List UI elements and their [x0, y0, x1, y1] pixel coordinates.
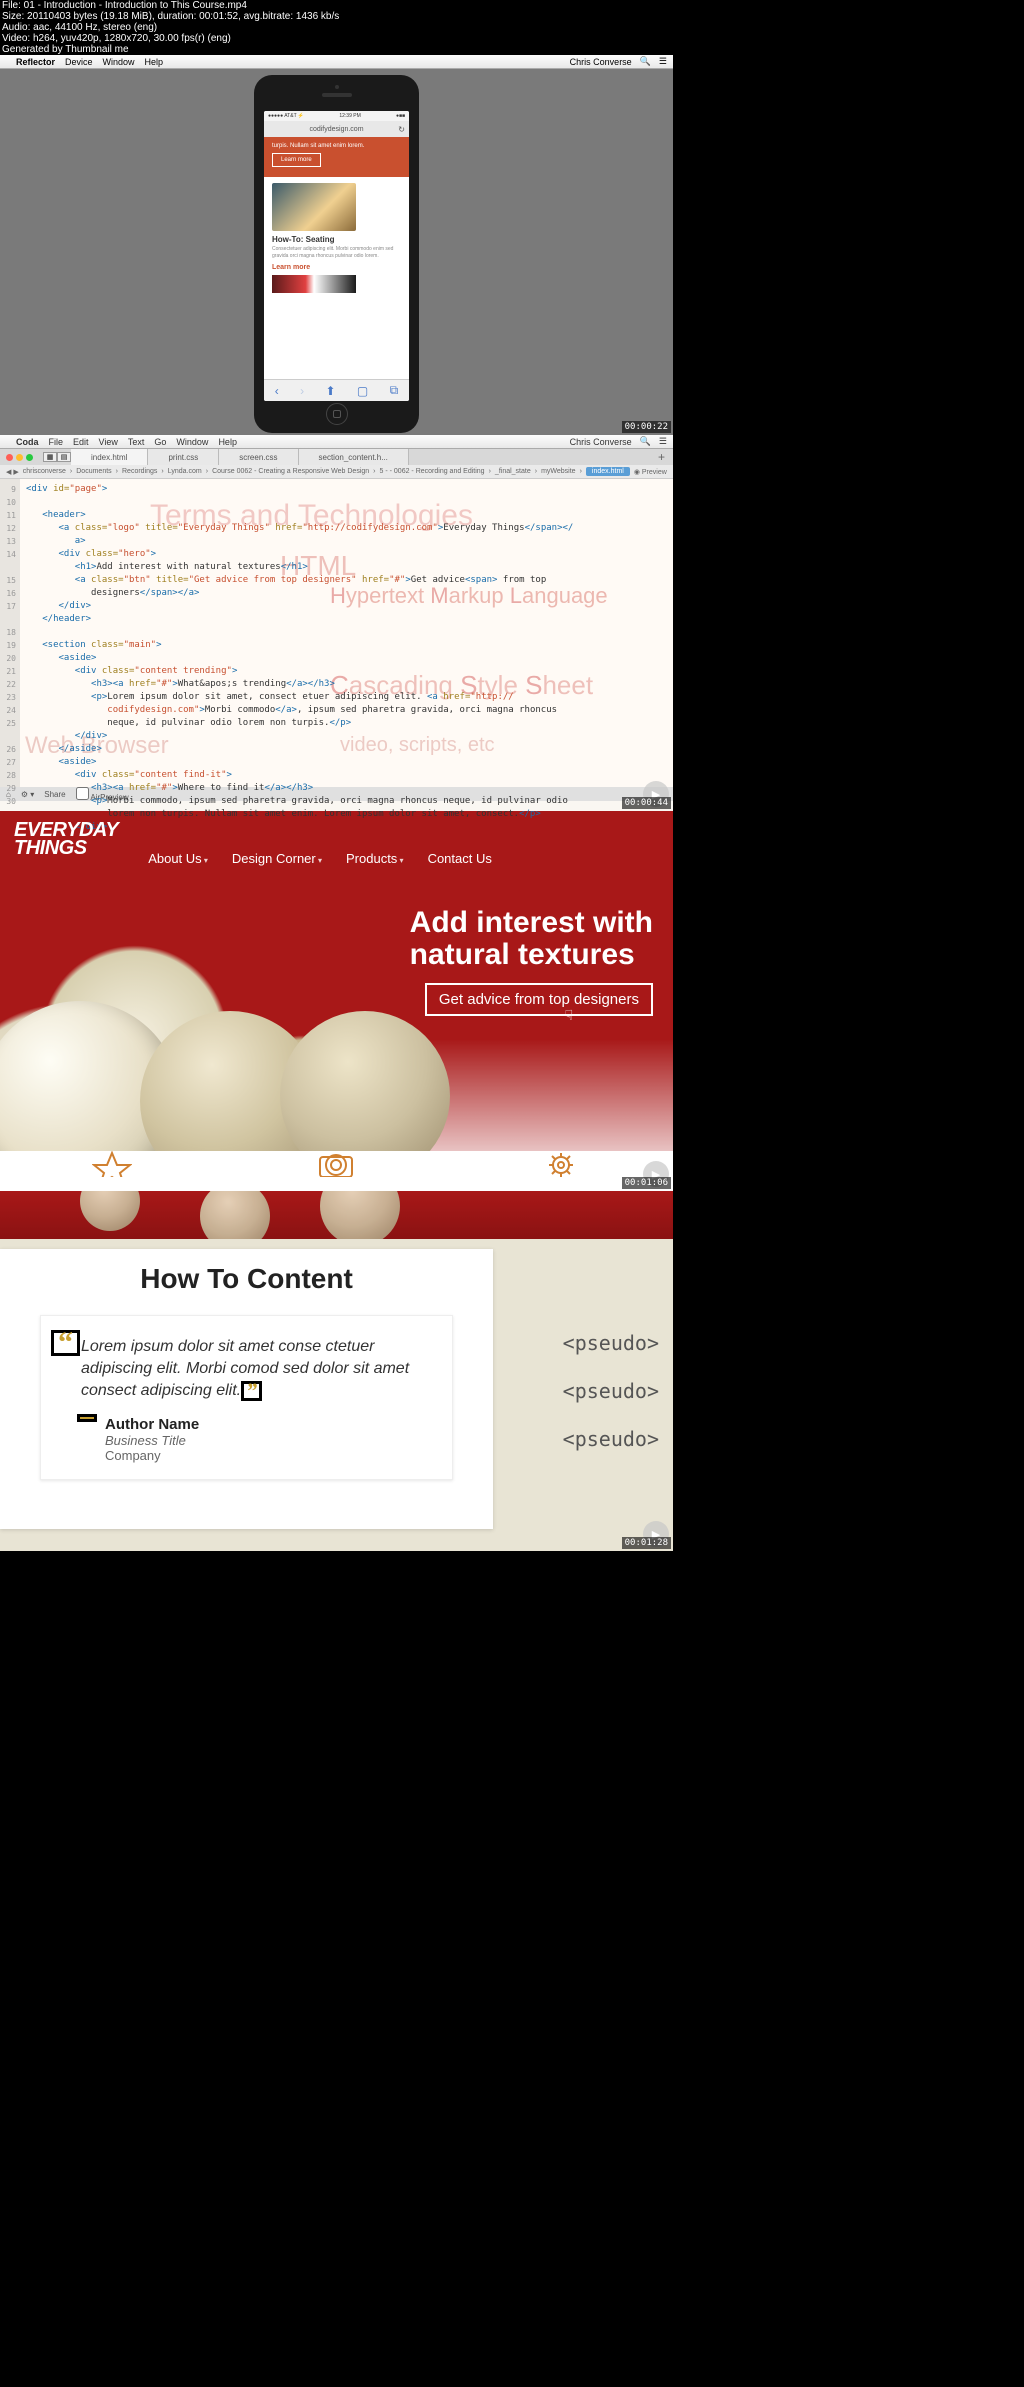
home-button[interactable] [326, 403, 348, 425]
site-logo[interactable]: EVERYDAY THINGS [14, 821, 118, 857]
iphone-device: ●●●●● AT&T ⚡ 12:39 PM ●■■ codifydesign.c… [254, 75, 419, 433]
author-mark-icon [77, 1414, 97, 1422]
feature-icons [0, 1151, 673, 1191]
phone-card-text: Consectetuer adipiscing elit. Morbi comm… [272, 246, 401, 260]
menu-icon[interactable]: ☰ [659, 56, 667, 67]
minimize-icon[interactable] [16, 454, 23, 461]
menu-edit[interactable]: Edit [73, 437, 89, 447]
gear-icon [541, 1151, 581, 1177]
tab-screen-css[interactable]: screen.css [219, 449, 298, 465]
bookmarks-icon[interactable]: ▢ [357, 384, 368, 398]
timestamp-2: 00:00:44 [622, 797, 671, 809]
website-preview: EVERYDAY THINGS About Us Design Corner P… [0, 811, 673, 1191]
tab-section-content[interactable]: section_content.h... [299, 449, 409, 465]
phone-statusbar: ●●●●● AT&T ⚡ 12:39 PM ●■■ [264, 111, 409, 121]
code-area[interactable]: Terms and Technologies HTML Hypertext Ma… [0, 479, 673, 787]
pseudo-label: <pseudo> [563, 1331, 659, 1355]
nav-about[interactable]: About Us [148, 851, 208, 866]
section-title: How To Content [20, 1263, 473, 1295]
menu-window[interactable]: Window [103, 57, 135, 67]
howto-slide: How To Content “ Lorem ipsum dolor sit a… [0, 1191, 673, 1551]
app-name[interactable]: Coda [16, 437, 39, 447]
quote-author: Author Name [105, 1416, 432, 1433]
camera-icon [316, 1151, 356, 1177]
pseudo-label: <pseudo> [563, 1427, 659, 1451]
menu-window[interactable]: Window [176, 437, 208, 447]
back-icon[interactable]: ‹ [275, 384, 279, 398]
close-quote-icon: ” [241, 1381, 262, 1401]
close-icon[interactable] [6, 454, 13, 461]
quote-text: Lorem ipsum dolor sit amet conse ctetuer… [81, 1338, 409, 1399]
mac-menubar-1: Reflector Device Window Help Chris Conve… [0, 55, 673, 69]
content-card: How To Content “ Lorem ipsum dolor sit a… [0, 1249, 493, 1529]
phone-card-image [272, 183, 356, 231]
menubar-user: Chris Converse [570, 437, 632, 447]
main-navigation: About Us Design Corner Products Contact … [148, 851, 492, 866]
nav-design-corner[interactable]: Design Corner [232, 851, 322, 866]
menu-help[interactable]: Help [145, 57, 164, 67]
line-gutter: 9101112131415161718192021222324252627282… [0, 479, 20, 787]
phone-card-link[interactable]: Learn more [272, 264, 401, 271]
timestamp-4: 00:01:28 [622, 1537, 671, 1549]
blockquote: “ Lorem ipsum dolor sit amet conse ctetu… [40, 1315, 453, 1480]
pseudo-label: <pseudo> [563, 1379, 659, 1403]
menu-help[interactable]: Help [218, 437, 237, 447]
quote-business: Business Title [105, 1433, 432, 1448]
tab-print-css[interactable]: print.css [148, 449, 219, 465]
breadcrumb[interactable]: ◀ ▶ chrisconverse› Documents› Recordings… [0, 465, 673, 479]
cursor-icon: ☟ [564, 1007, 573, 1024]
video-metadata: File: 01 - Introduction - Introduction t… [0, 0, 673, 55]
tabs-icon[interactable]: ⧉ [390, 383, 399, 398]
menu-device[interactable]: Device [65, 57, 93, 67]
phone-camera [335, 85, 339, 89]
hero-heading: Add interest with natural textures [410, 907, 653, 971]
mac-menubar-2: Coda File Edit View Text Go Window Help … [0, 435, 673, 449]
code-editor: ▦ ▤ index.html print.css screen.css sect… [0, 449, 673, 811]
timestamp-3: 00:01:06 [622, 1177, 671, 1189]
share-icon[interactable]: ⬆ [325, 384, 335, 398]
search-icon[interactable]: 🔍 [640, 436, 651, 447]
code-content[interactable]: <div id="page"> <header> <a class="logo"… [20, 479, 579, 787]
forward-icon[interactable]: › [300, 384, 304, 398]
phone-learn-more-button[interactable]: Learn more [272, 153, 321, 167]
menubar-user: Chris Converse [570, 57, 632, 67]
view-mode-1[interactable]: ▦ [43, 452, 57, 462]
menu-go[interactable]: Go [154, 437, 166, 447]
timestamp-1: 00:00:22 [622, 421, 671, 433]
menu-view[interactable]: View [99, 437, 118, 447]
menu-file[interactable]: File [49, 437, 64, 447]
window-controls [0, 454, 39, 461]
search-icon[interactable]: 🔍 [640, 56, 651, 67]
star-icon [92, 1151, 132, 1177]
phone-speaker [322, 93, 352, 97]
app-name[interactable]: Reflector [16, 57, 55, 67]
menu-icon[interactable]: ☰ [659, 436, 667, 447]
nav-contact[interactable]: Contact Us [428, 851, 492, 866]
quote-company: Company [105, 1448, 432, 1463]
phone-card-image-2 [272, 275, 356, 293]
phone-hero: turpis. Nullam sit amet enim lorem. Lear… [264, 137, 409, 177]
reload-icon[interactable]: ↻ [398, 125, 405, 134]
hero-strip [0, 1191, 673, 1239]
zoom-icon[interactable] [26, 454, 33, 461]
pseudo-labels: <pseudo> <pseudo> <pseudo> [563, 1331, 659, 1451]
phone-card-title: How-To: Seating [272, 235, 401, 244]
nav-products[interactable]: Products [346, 851, 404, 866]
menu-text[interactable]: Text [128, 437, 145, 447]
phone-url-bar[interactable]: codifydesign.com ↻ [264, 121, 409, 137]
new-tab-button[interactable]: + [650, 450, 673, 464]
tab-index-html[interactable]: index.html [71, 449, 148, 465]
phone-safari-nav: ‹ › ⬆ ▢ ⧉ [264, 379, 409, 401]
editor-tabs: ▦ ▤ index.html print.css screen.css sect… [0, 449, 673, 465]
open-quote-icon: “ [51, 1330, 80, 1356]
reflector-preview: ●●●●● AT&T ⚡ 12:39 PM ●■■ codifydesign.c… [0, 69, 673, 435]
hero-cta-button[interactable]: Get advice from top designers [425, 983, 653, 1016]
view-mode-2[interactable]: ▤ [57, 452, 71, 462]
